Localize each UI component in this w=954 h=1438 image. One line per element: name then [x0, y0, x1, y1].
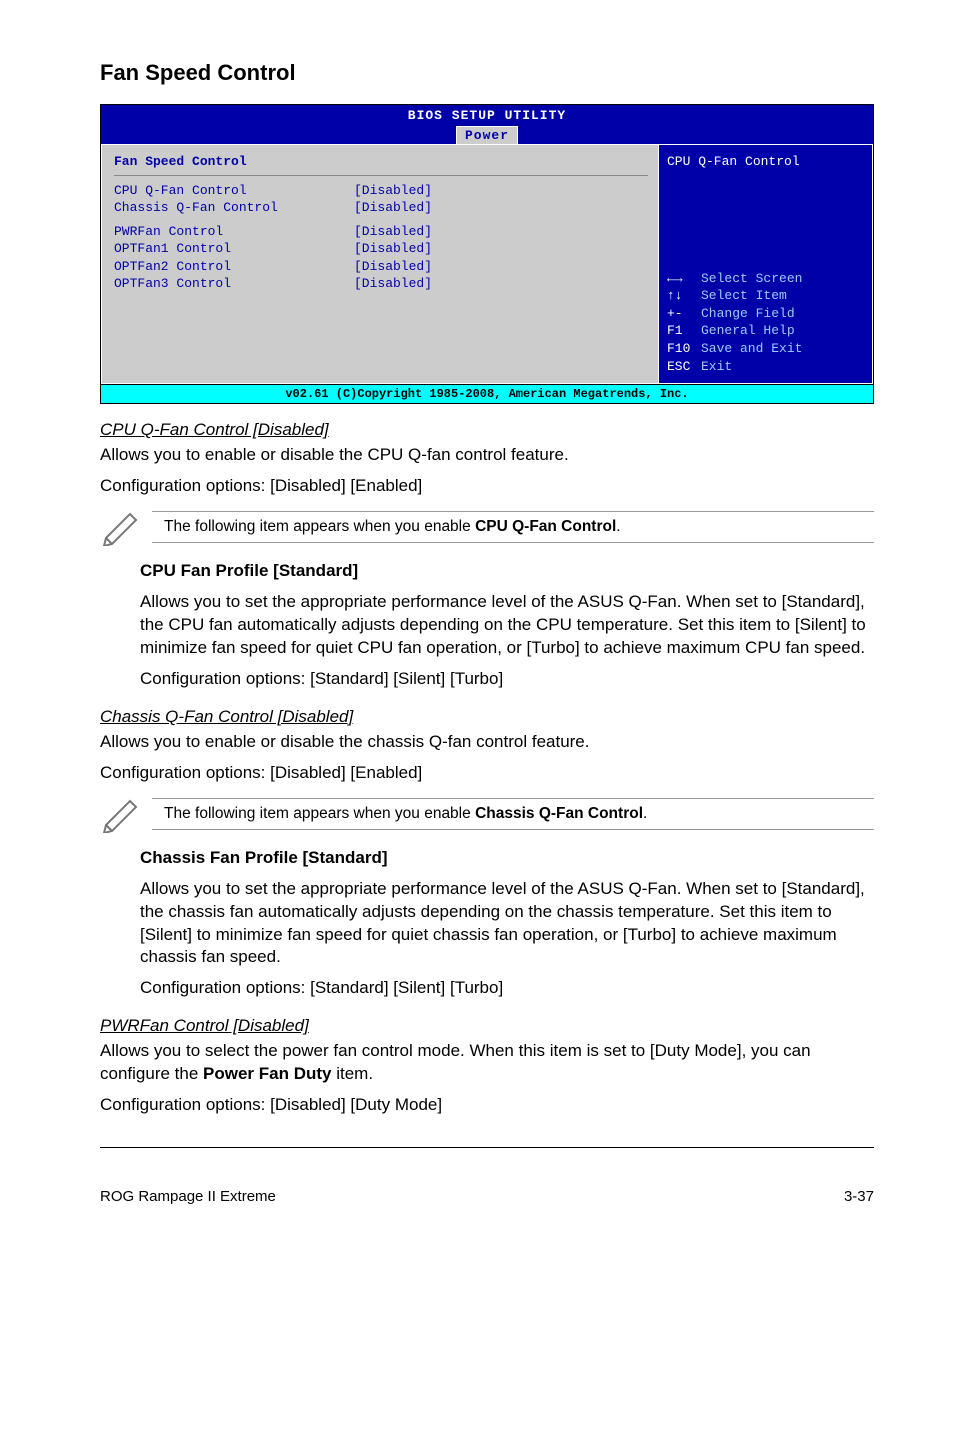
bios-nav-label: Exit — [701, 358, 732, 376]
esc-key-icon: ESC — [667, 358, 701, 376]
bios-row[interactable]: OPTFan2 Control [Disabled] — [114, 258, 648, 276]
body-text: Allows you to enable or disable the chas… — [100, 731, 874, 754]
bios-nav-line: ←→Select Screen — [667, 270, 864, 288]
note-text-part: . — [616, 518, 620, 535]
bios-nav-label: Select Item — [701, 287, 787, 305]
bios-nav-line: F10Save and Exit — [667, 340, 864, 358]
bios-key: OPTFan3 Control — [114, 275, 354, 293]
note-text-bold: CPU Q-Fan Control — [475, 518, 616, 535]
bios-nav-label: General Help — [701, 322, 795, 340]
note-block: The following item appears when you enab… — [100, 795, 874, 833]
pencil-icon — [100, 795, 146, 833]
plus-minus-icon: +- — [667, 305, 701, 323]
bios-main-panel: Fan Speed Control CPU Q-Fan Control [Dis… — [101, 144, 658, 384]
bios-nav-line: +-Change Field — [667, 305, 864, 323]
bios-box: BIOS SETUP UTILITY Power Fan Speed Contr… — [100, 104, 874, 404]
bios-value: [Disabled] — [354, 182, 432, 200]
chassis-qfan-heading: Chassis Q-Fan Control [Disabled] — [100, 707, 874, 727]
f10-key-icon: F10 — [667, 340, 701, 358]
body-text: Configuration options: [Standard] [Silen… — [140, 668, 874, 691]
bios-nav-line: ↑↓Select Item — [667, 287, 864, 305]
bios-separator — [114, 175, 648, 176]
bios-side-panel: CPU Q-Fan Control ←→Select Screen ↑↓Sele… — [658, 144, 873, 384]
note-text: The following item appears when you enab… — [152, 512, 874, 542]
f1-key-icon: F1 — [667, 322, 701, 340]
bios-key: PWRFan Control — [114, 223, 354, 241]
bios-value: [Disabled] — [354, 258, 432, 276]
bios-value: [Disabled] — [354, 275, 432, 293]
bios-nav-line: F1General Help — [667, 322, 864, 340]
cpu-fan-profile-heading: CPU Fan Profile [Standard] — [140, 560, 874, 583]
bios-help-title: CPU Q-Fan Control — [667, 153, 864, 171]
bios-header-text: BIOS SETUP UTILITY — [408, 108, 566, 123]
pwrfan-heading: PWRFan Control [Disabled] — [100, 1016, 874, 1036]
bios-row[interactable]: PWRFan Control [Disabled] — [114, 223, 648, 241]
body-text: Allows you to enable or disable the CPU … — [100, 444, 874, 467]
footer-left: ROG Rampage II Extreme — [100, 1188, 276, 1205]
note-text: The following item appears when you enab… — [152, 799, 874, 829]
body-text-bold: Power Fan Duty — [203, 1064, 331, 1083]
bios-key: OPTFan2 Control — [114, 258, 354, 276]
note-text-part: . — [643, 805, 647, 822]
bios-key: Chassis Q-Fan Control — [114, 199, 354, 217]
bios-key: CPU Q-Fan Control — [114, 182, 354, 200]
arrow-ud-icon: ↑↓ — [667, 287, 701, 305]
note-text-part: The following item appears when you enab… — [164, 518, 475, 535]
note-text-bold: Chassis Q-Fan Control — [475, 805, 643, 822]
bios-row[interactable]: OPTFan1 Control [Disabled] — [114, 240, 648, 258]
body-text: Configuration options: [Disabled] [Enabl… — [100, 475, 874, 498]
bios-value: [Disabled] — [354, 223, 432, 241]
page-title: Fan Speed Control — [100, 60, 874, 86]
footer-separator — [100, 1147, 874, 1148]
bios-value: [Disabled] — [354, 199, 432, 217]
arrow-lr-icon: ←→ — [667, 270, 701, 288]
body-text: Configuration options: [Disabled] [Enabl… — [100, 762, 874, 785]
pencil-icon — [100, 508, 146, 546]
bios-key: OPTFan1 Control — [114, 240, 354, 258]
body-text-part: item. — [331, 1064, 373, 1083]
note-block: The following item appears when you enab… — [100, 508, 874, 546]
bios-header: BIOS SETUP UTILITY Power — [101, 105, 873, 144]
bios-copyright: v02.61 (C)Copyright 1985-2008, American … — [101, 384, 873, 403]
body-text: Allows you to set the appropriate perfor… — [140, 878, 874, 970]
body-text: Allows you to set the appropriate perfor… — [140, 591, 874, 660]
body-text: Configuration options: [Disabled] [Duty … — [100, 1094, 874, 1117]
body-text: Configuration options: [Standard] [Silen… — [140, 977, 874, 1000]
bios-nav-line: ESCExit — [667, 358, 864, 376]
bios-row[interactable]: OPTFan3 Control [Disabled] — [114, 275, 648, 293]
footer-right: 3-37 — [844, 1188, 874, 1205]
bios-section-title: Fan Speed Control — [114, 153, 648, 171]
bios-nav-label: Select Screen — [701, 270, 802, 288]
chassis-fan-profile-heading: Chassis Fan Profile [Standard] — [140, 847, 874, 870]
bios-nav-label: Save and Exit — [701, 340, 802, 358]
bios-nav-block: ←→Select Screen ↑↓Select Item +-Change F… — [667, 270, 864, 375]
bios-row[interactable]: Chassis Q-Fan Control [Disabled] — [114, 199, 648, 217]
body-text: Allows you to select the power fan contr… — [100, 1040, 874, 1086]
cpu-qfan-heading: CPU Q-Fan Control [Disabled] — [100, 420, 874, 440]
bios-value: [Disabled] — [354, 240, 432, 258]
page-footer: ROG Rampage II Extreme 3-37 — [100, 1188, 874, 1205]
bios-row[interactable]: CPU Q-Fan Control [Disabled] — [114, 182, 648, 200]
note-text-part: The following item appears when you enab… — [164, 805, 475, 822]
bios-nav-label: Change Field — [701, 305, 795, 323]
bios-tab-power[interactable]: Power — [456, 126, 518, 145]
